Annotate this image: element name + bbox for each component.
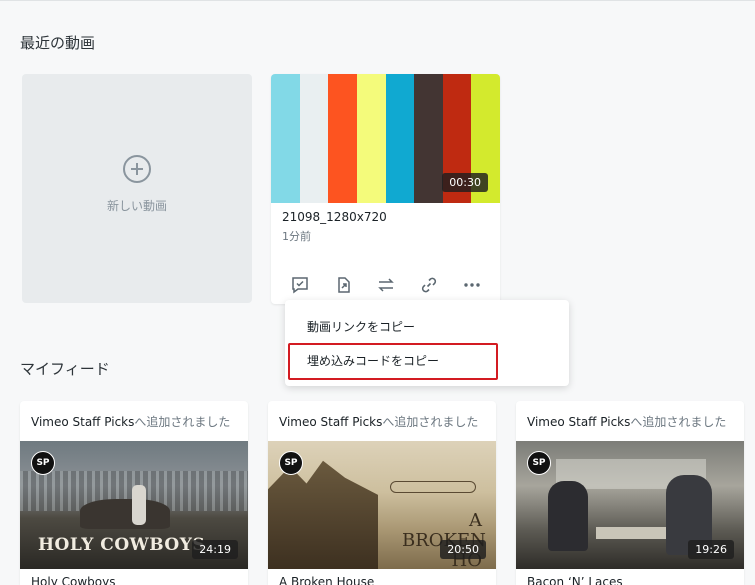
color-stripe [271, 74, 300, 203]
feed-card[interactable]: Vimeo Staff Picksへ追加されました A BROKEN HO SP… [268, 401, 496, 585]
duration-badge: 20:50 [440, 540, 486, 559]
staff-pick-badge: SP [527, 451, 551, 475]
feed-card[interactable]: Vimeo Staff Picksへ追加されました HOLY COWBOYS S… [20, 401, 248, 585]
video-title[interactable]: 21098_1280x720 [282, 210, 387, 224]
top-divider [0, 0, 755, 1]
feed-source-link[interactable]: Vimeo Staff Picks [31, 415, 134, 429]
feed-thumbnail[interactable]: HOLY COWBOYS SP 24:19 [20, 441, 248, 569]
feed-action-text: へ追加されました [134, 415, 231, 429]
feed-card-header: Vimeo Staff Picksへ追加されました [31, 413, 230, 430]
feed-card-header: Vimeo Staff Picksへ追加されました [279, 413, 478, 430]
more-icon[interactable] [461, 274, 483, 296]
my-feed-title: マイフィード [20, 360, 110, 378]
video-options-menu: 動画リンクをコピー 埋め込みコードをコピー [285, 300, 569, 386]
feed-video-title[interactable]: A Broken House [279, 575, 374, 585]
color-stripe [299, 74, 329, 203]
color-stripe [414, 74, 443, 203]
share-icon[interactable] [332, 274, 354, 296]
copy-embed-code-item[interactable]: 埋め込みコードをコピー [307, 352, 439, 369]
replace-icon[interactable] [375, 274, 397, 296]
duration-badge: 00:30 [442, 173, 488, 192]
staff-pick-badge: SP [279, 451, 303, 475]
duration-badge: 19:26 [688, 540, 734, 559]
staff-pick-badge: SP [31, 451, 55, 475]
color-stripe [356, 74, 386, 203]
video-actions [289, 274, 483, 296]
feed-video-title[interactable]: Holy Cowboys [31, 575, 115, 585]
poster-title: HOLY COWBOYS [38, 535, 206, 555]
feed-card-header: Vimeo Staff Picksへ追加されました [527, 413, 726, 430]
color-stripe [328, 74, 357, 203]
duration-badge: 24:19 [192, 540, 238, 559]
new-video-button[interactable]: 新しい動画 [22, 74, 252, 303]
plus-circle-icon [123, 155, 151, 183]
recent-videos-title: 最近の動画 [20, 34, 96, 52]
feed-video-title[interactable]: Bacon ‘N’ Laces [527, 575, 623, 585]
feed-source-link[interactable]: Vimeo Staff Picks [527, 415, 630, 429]
color-stripe [385, 74, 415, 203]
review-icon[interactable] [289, 274, 311, 296]
feed-thumbnail[interactable]: A BROKEN HO SP 20:50 [268, 441, 496, 569]
feed-action-text: へ追加されました [382, 415, 479, 429]
video-upload-time: 1分前 [282, 230, 311, 243]
link-icon[interactable] [418, 274, 440, 296]
copy-video-link-item[interactable]: 動画リンクをコピー [307, 318, 415, 335]
feed-thumbnail[interactable]: SP 19:26 [516, 441, 744, 569]
feed-action-text: へ追加されました [630, 415, 727, 429]
recent-video-card[interactable]: 00:30 21098_1280x720 1分前 [271, 74, 500, 304]
feed-source-link[interactable]: Vimeo Staff Picks [279, 415, 382, 429]
new-video-label: 新しい動画 [106, 199, 167, 213]
feed-card[interactable]: Vimeo Staff Picksへ追加されました SP 19:26 Bacon… [516, 401, 744, 585]
